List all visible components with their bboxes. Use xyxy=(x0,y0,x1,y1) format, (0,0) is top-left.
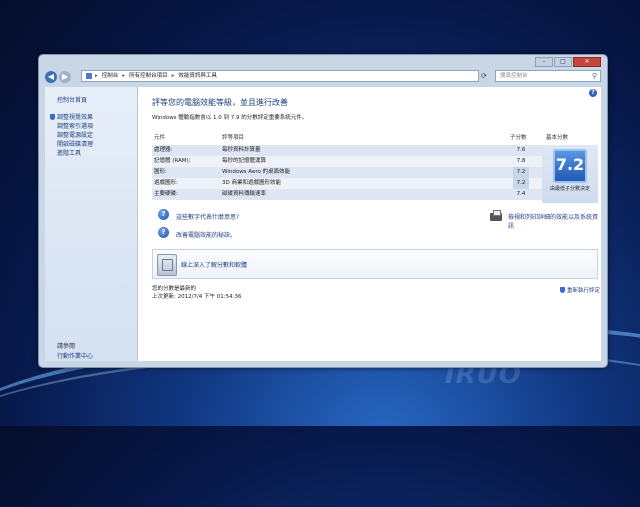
last-update-text: 上次更新: 2012/7/4 下午 01:54:36 xyxy=(152,294,242,300)
printer-icon xyxy=(490,210,502,221)
navigation-bar: ◀ ▶ ▸ 控制台 ▸ 所有控制台項目 ▸ 效能資訊與工具 ⟳ 搜尋控制台 ⚲ xyxy=(45,69,601,85)
sidebar-list: 調整視覺效果 調整索引選項 調整電源設定 開啟磁碟清理 進階工具 xyxy=(50,113,93,158)
performance-window: – □ ✕ ◀ ▶ ▸ 控制台 ▸ 所有控制台項目 ▸ 效能資訊與工具 ⟳ 搜尋… xyxy=(38,54,608,368)
base-score-value: 7.2 xyxy=(555,155,585,174)
improve-tips-link[interactable]: 改善電腦效能的秘訣。 xyxy=(176,230,236,239)
table-row: 主要硬碟: 磁碟資料傳輸速率 7.4 xyxy=(152,189,598,200)
rating-item-cell: 每秒資料計算量 xyxy=(222,147,261,153)
window-controls: – □ ✕ xyxy=(535,57,601,67)
header-base-score: 基本分數 xyxy=(546,135,569,141)
close-button[interactable]: ✕ xyxy=(573,57,601,67)
sidebar-item-power-settings[interactable]: 調整電源設定 xyxy=(57,131,93,140)
score-current-text: 您的分數是最新的 xyxy=(152,286,197,292)
header-rating-item: 評等項目 xyxy=(222,135,245,141)
sidebar-item-disk-cleanup[interactable]: 開啟磁碟清理 xyxy=(57,140,93,149)
rerun-assessment-link[interactable]: 重新執行評定 xyxy=(560,286,600,294)
base-score-badge: 7.2 xyxy=(553,149,587,183)
shield-icon xyxy=(560,287,565,293)
component-cell: 主要硬碟: xyxy=(154,191,178,197)
action-center-link[interactable]: 行動作業中心 xyxy=(57,351,93,360)
component-cell: 處理器: xyxy=(154,147,173,153)
see-also-heading: 請參閱 xyxy=(57,343,76,350)
base-score-caption: 由最低子分數決定 xyxy=(549,186,590,192)
software-box-icon xyxy=(157,254,177,276)
subscore-cell: 7.2 xyxy=(513,167,529,178)
subscore-cell: 7.8 xyxy=(516,158,526,164)
maximize-button[interactable]: □ xyxy=(554,57,572,67)
control-panel-icon xyxy=(86,73,92,79)
sidebar-item-visual-effects[interactable]: 調整視覺效果 xyxy=(50,113,93,122)
minimize-button[interactable]: – xyxy=(535,57,553,67)
breadcrumb-item[interactable]: 控制台 xyxy=(102,70,119,82)
question-icon: ? xyxy=(158,227,169,238)
page-subtitle: Windows 體驗指數會以 1.0 到 7.9 的分數評定重要系統元件。 xyxy=(152,115,308,121)
rating-item-cell: Windows Aero 的桌面效能 xyxy=(222,169,291,175)
print-details-link[interactable]: 檢視和列印詳細的效能以及系統資訊 xyxy=(508,212,601,230)
rating-item-cell: 磁碟資料傳輸速率 xyxy=(222,191,267,197)
component-cell: 記憶體 (RAM): xyxy=(154,158,191,164)
search-placeholder: 搜尋控制台 xyxy=(500,73,528,79)
page-title: 評等您的電腦效能等級，並且進行改善 xyxy=(152,98,288,107)
breadcrumb-item[interactable]: 所有控制台項目 xyxy=(129,70,168,82)
base-score-panel: 7.2 由最低子分數決定 xyxy=(542,145,598,203)
sidebar-home-link[interactable]: 控制台首頁 xyxy=(57,95,87,104)
address-bar[interactable]: ▸ 控制台 ▸ 所有控制台項目 ▸ 效能資訊與工具 xyxy=(81,70,479,82)
sidebar: 控制台首頁 調整視覺效果 調整索引選項 調整電源設定 開啟磁碟清理 進階工具 請… xyxy=(45,87,138,361)
sidebar-item-advanced-tools[interactable]: 進階工具 xyxy=(57,149,93,158)
back-arrow-icon[interactable]: ◀ xyxy=(45,71,57,83)
refresh-icon[interactable]: ⟳ xyxy=(481,71,491,81)
table-row: 記憶體 (RAM): 每秒的記憶體運算 7.8 xyxy=(152,156,598,167)
table-row: 圖形: Windows Aero 的桌面效能 7.2 xyxy=(152,167,598,178)
main-content: ? 評等您的電腦效能等級，並且進行改善 Windows 體驗指數會以 1.0 到… xyxy=(138,87,601,361)
rating-item-cell: 3D 商業和遊戲圖形效能 xyxy=(222,180,281,186)
sidebar-item-index-options[interactable]: 調整索引選項 xyxy=(57,122,93,131)
question-icon: ? xyxy=(158,209,169,220)
learn-more-box: 線上深入了解分數和軟體 xyxy=(152,249,598,279)
component-cell: 遊戲圖形: xyxy=(154,180,178,186)
forward-arrow-icon[interactable]: ▶ xyxy=(59,71,71,83)
shield-icon xyxy=(50,114,55,120)
what-scores-mean-link[interactable]: 這些數字代表什麼意思? xyxy=(176,212,239,221)
learn-more-link[interactable]: 線上深入了解分數和軟體 xyxy=(181,260,247,269)
subscore-cell: 7.2 xyxy=(513,178,529,189)
table-row: 處理器: 每秒資料計算量 7.6 xyxy=(152,145,598,156)
breadcrumb-item[interactable]: 效能資訊與工具 xyxy=(178,70,217,82)
status-info: 您的分數是最新的 上次更新: 2012/7/4 下午 01:54:36 xyxy=(152,285,242,301)
search-input[interactable]: 搜尋控制台 ⚲ xyxy=(495,70,601,82)
subscore-cell: 7.6 xyxy=(516,147,526,153)
header-subscore: 子分數 xyxy=(510,135,527,141)
header-component: 元件 xyxy=(154,135,166,141)
component-cell: 圖形: xyxy=(154,169,167,175)
subscore-cell: 7.4 xyxy=(516,191,526,197)
table-row: 遊戲圖形: 3D 商業和遊戲圖形效能 7.2 xyxy=(152,178,598,189)
search-icon: ⚲ xyxy=(591,72,597,80)
rating-item-cell: 每秒的記憶體運算 xyxy=(222,158,267,164)
help-icon[interactable]: ? xyxy=(589,89,597,97)
